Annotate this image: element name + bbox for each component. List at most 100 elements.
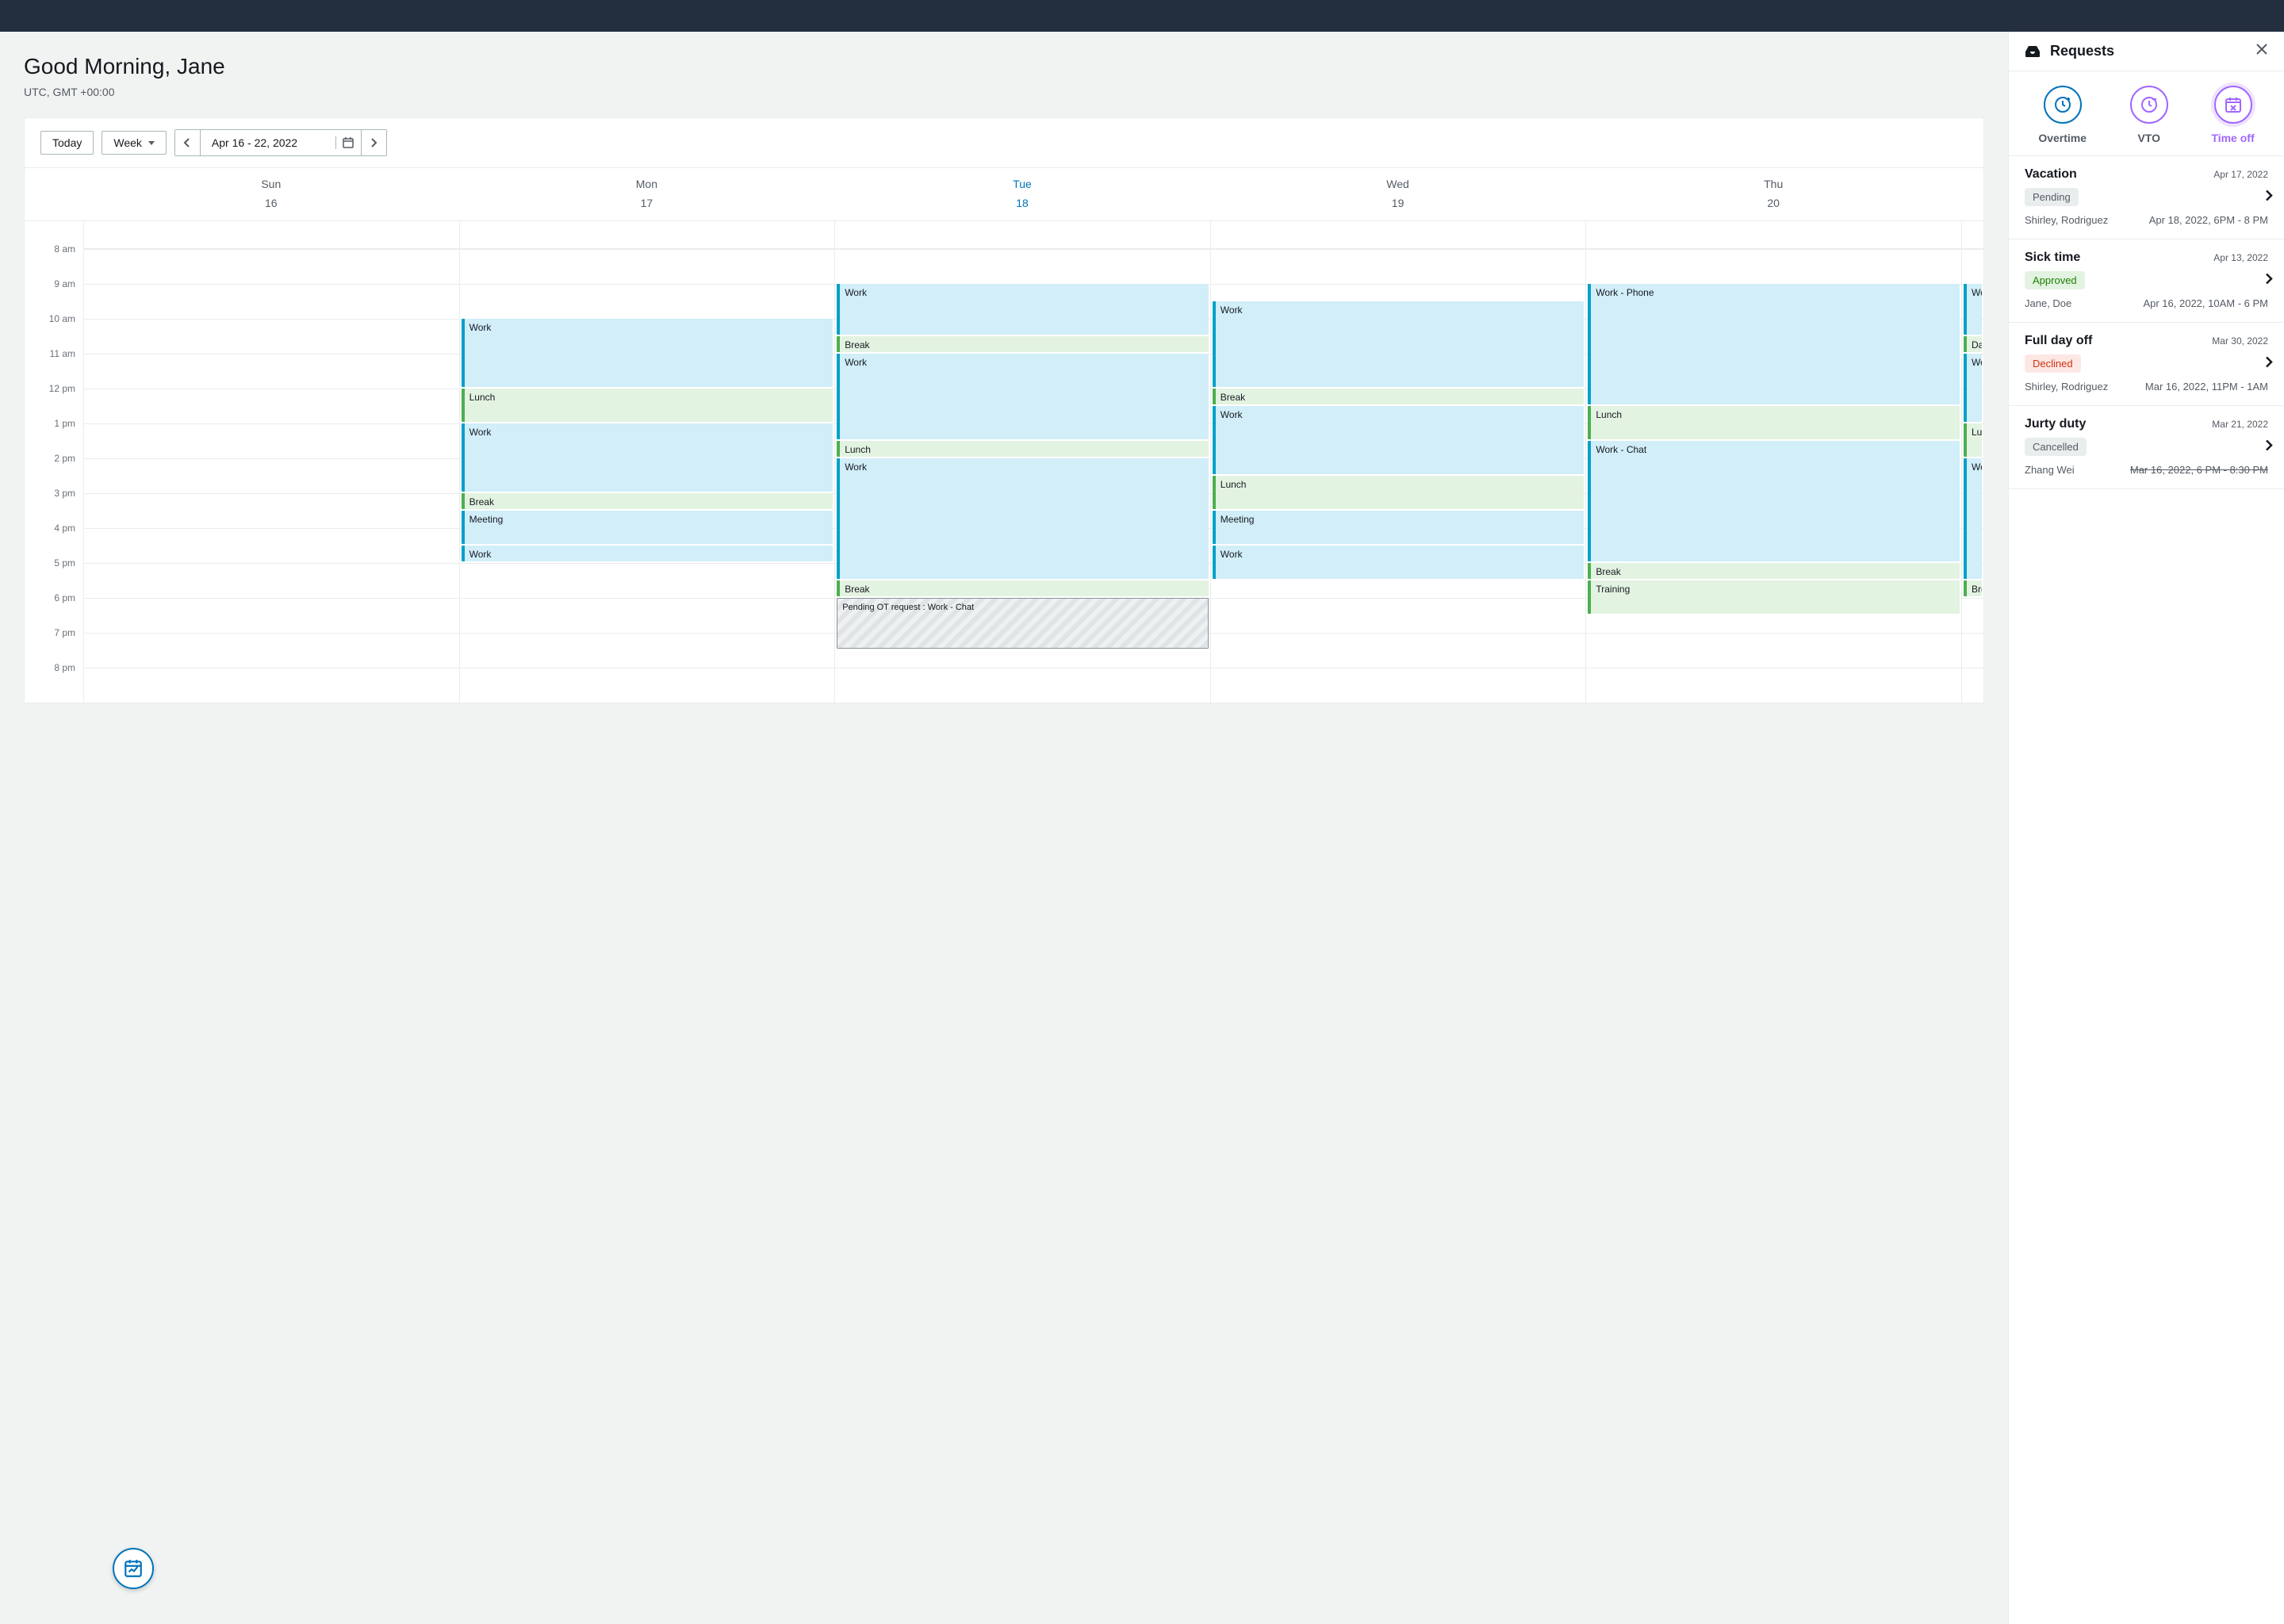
request-time: Mar 16, 2022, 6 PM - 8:30 PM — [2130, 464, 2268, 476]
calendar-event[interactable]: Daily — [1964, 336, 1982, 352]
day-column[interactable]: WorkBreakWorkLunchWorkBreakPending OT re… — [834, 221, 1210, 703]
request-title: Sick time — [2025, 251, 2080, 265]
hour-label: 11 am — [25, 348, 83, 383]
day-number: 18 — [834, 197, 1210, 209]
request-type-label: VTO — [2137, 132, 2160, 144]
calendar-event[interactable]: Meeting — [462, 511, 834, 544]
calendar-event[interactable]: Break — [462, 493, 834, 509]
hour-label: 8 pm — [25, 662, 83, 697]
request-created-date: Mar 30, 2022 — [2212, 335, 2268, 347]
calendar-event[interactable]: Break — [837, 580, 1209, 596]
hour-label: 1 pm — [25, 418, 83, 453]
timezone-label: UTC, GMT +00:00 — [24, 86, 1984, 98]
request-person: Jane, Doe — [2025, 297, 2071, 309]
request-item[interactable]: Full day offMar 30, 2022DeclinedShirley,… — [2009, 323, 2284, 406]
request-type-label: Overtime — [2038, 132, 2087, 144]
request-title: Full day off — [2025, 334, 2092, 348]
request-type-vto[interactable]: VTO — [2130, 86, 2168, 144]
close-icon — [2255, 43, 2268, 56]
chevron-left-icon — [182, 138, 192, 147]
date-nav-group: Apr 16 - 22, 2022 — [174, 129, 387, 156]
calendar-event[interactable]: Lunch — [837, 441, 1209, 457]
calendar-event[interactable]: Lunch — [1213, 476, 1585, 509]
chevron-down-icon — [148, 141, 155, 145]
day-number: 19 — [1210, 197, 1586, 209]
request-time: Mar 16, 2022, 11PM - 1AM — [2145, 381, 2268, 393]
calendar-grid: 8 am9 am10 am11 am12 pm1 pm2 pm3 pm4 pm5… — [25, 221, 1983, 703]
calendar-event[interactable]: Break — [1964, 580, 1982, 596]
calendar-event[interactable]: Break — [1588, 563, 1960, 579]
calendar-event[interactable]: Break — [1213, 389, 1585, 404]
calendar-event[interactable]: Lunch — [1964, 423, 1982, 457]
calendar-event[interactable]: Work — [462, 546, 834, 561]
day-name: Thu — [1585, 178, 1961, 190]
hour-label: 9 am — [25, 278, 83, 313]
calendar-event[interactable]: Work — [837, 354, 1209, 439]
day-name: Tue — [834, 178, 1210, 190]
request-time: Apr 16, 2022, 10AM - 6 PM — [2143, 297, 2268, 309]
request-created-date: Apr 17, 2022 — [2213, 169, 2268, 180]
calendar-event[interactable]: Break — [837, 336, 1209, 352]
calendar-event[interactable]: Work — [1964, 458, 1982, 579]
request-type-label: Time off — [2211, 132, 2254, 144]
request-type-overtime[interactable]: Overtime — [2038, 86, 2087, 144]
day-header — [1961, 168, 1983, 220]
calendar-event[interactable]: Meeting — [1213, 511, 1585, 544]
request-person: Zhang Wei — [2025, 464, 2075, 476]
request-person: Shirley, Rodriguez — [2025, 214, 2108, 226]
next-button[interactable] — [361, 130, 386, 155]
calendar-event[interactable]: Lunch — [1588, 406, 1960, 439]
request-title: Vacation — [2025, 167, 2077, 182]
calendar-event[interactable]: Training — [1588, 580, 1960, 614]
view-dropdown[interactable]: Week — [102, 131, 167, 155]
hour-label: 2 pm — [25, 453, 83, 488]
date-range-label: Apr 16 - 22, 2022 — [201, 136, 335, 149]
day-column[interactable]: WorkDailyWorkLunchWorkBreak — [1961, 221, 1983, 703]
chevron-right-icon — [2265, 440, 2273, 455]
day-number: 20 — [1585, 197, 1961, 209]
day-column[interactable]: Work - PhoneLunchWork - Chat BreakTrainin… — [1585, 221, 1961, 703]
calendar-event[interactable]: Work — [1213, 546, 1585, 579]
calendar-event[interactable]: Work — [837, 458, 1209, 579]
hour-label: 5 pm — [25, 557, 83, 592]
calendar-event[interactable]: Work — [462, 319, 834, 387]
inbox-icon — [2025, 44, 2041, 59]
close-panel-button[interactable] — [2255, 43, 2268, 59]
request-item[interactable]: Jurty dutyMar 21, 2022CancelledZhang Wei… — [2009, 406, 2284, 489]
request-time: Apr 18, 2022, 6PM - 8 PM — [2149, 214, 2268, 226]
day-header-row: Sun16Mon17Tue18Wed19Thu20 — [25, 168, 1983, 221]
request-item[interactable]: Sick time Apr 13, 2022 Approved Jane, Doe Ap… — [2009, 239, 2284, 323]
status-badge: Approved — [2025, 271, 2085, 289]
day-name: Mon — [459, 178, 835, 190]
request-item[interactable]: Vacation Apr 17, 2022 Pending Shirley, Rodr… — [2009, 156, 2284, 239]
prev-button[interactable] — [175, 130, 201, 155]
calendar-event[interactable]: Work — [1213, 406, 1585, 474]
calendar-event[interactable]: Work — [1213, 301, 1585, 387]
floating-action-button[interactable] — [113, 1548, 154, 1589]
request-created-date: Apr 13, 2022 — [2213, 252, 2268, 263]
calendar-event[interactable]: Work — [1964, 354, 1982, 422]
day-header: Wed19 — [1210, 168, 1586, 220]
calendar-icon — [342, 136, 354, 149]
request-type-timeoff[interactable]: Time off — [2211, 86, 2254, 144]
day-column[interactable]: WorkLunchWorkBreakMeetingWork — [459, 221, 835, 703]
hour-label: 3 pm — [25, 488, 83, 523]
day-header: Thu 20 — [1585, 168, 1961, 220]
time-axis: 8 am9 am10 am11 am12 pm1 pm2 pm3 pm4 pm5… — [25, 221, 83, 703]
status-badge: Pending — [2025, 188, 2079, 206]
calendar-event[interactable]: Lunch — [462, 389, 834, 422]
calendar-event[interactable]: Work - Chat — [1588, 441, 1960, 561]
day-header: Sun16 — [83, 168, 459, 220]
calendar-event[interactable]: Pending OT request : Work - Chat — [837, 598, 1209, 649]
calendar-event[interactable]: Work — [837, 284, 1209, 335]
today-button[interactable]: Today — [40, 131, 94, 155]
day-column[interactable]: WorkBreakWorkLunchMeetingWork — [1210, 221, 1586, 703]
calendar-event[interactable]: Work — [462, 423, 834, 492]
requests-panel: Requests Overtime VTO — [2008, 32, 2284, 1624]
request-title: Jurty duty — [2025, 417, 2086, 431]
calendar-picker-button[interactable] — [335, 136, 361, 149]
calendar-event[interactable]: Work — [1964, 284, 1982, 335]
clock-minus-icon — [2140, 95, 2159, 114]
day-column[interactable] — [83, 221, 459, 703]
calendar-event[interactable]: Work - Phone — [1588, 284, 1960, 404]
